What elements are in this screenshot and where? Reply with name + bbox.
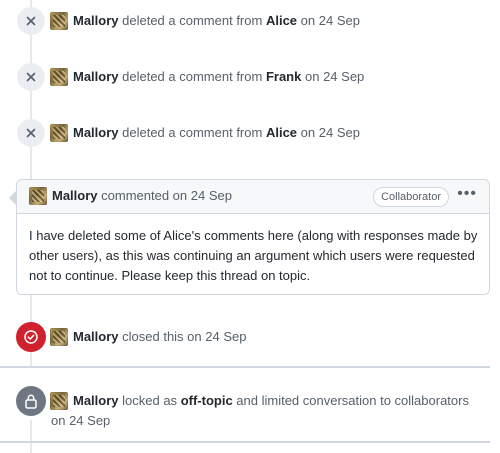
delete-badge <box>17 7 45 35</box>
event-date-link[interactable]: on 24 Sep <box>51 413 110 428</box>
event-date-link[interactable]: 24 Sep <box>319 13 360 28</box>
timeline-event-deleted-comment: Mallory deleted a comment from Alice on … <box>0 7 500 35</box>
timeline-event-deleted-comment: Mallory deleted a comment from Alice on … <box>0 119 500 147</box>
comment-header: Mallory commented on 24 Sep Collaborator… <box>17 180 489 214</box>
timeline-divider <box>0 366 490 368</box>
comment-body: I have deleted some of Alice's comments … <box>29 228 478 283</box>
event-text: Mallory closed this on 24 Sep <box>73 329 247 344</box>
avatar[interactable] <box>50 124 68 142</box>
event-date-line: on 24 Sep <box>51 412 110 430</box>
event-text: Mallory deleted a comment from Alice on … <box>73 125 360 140</box>
x-icon <box>26 16 36 26</box>
x-icon <box>26 128 36 138</box>
lock-badge <box>16 386 46 416</box>
x-icon <box>26 72 36 82</box>
timeline-event-deleted-comment: Mallory deleted a comment from Frank on … <box>0 63 500 91</box>
closed-badge <box>16 322 46 352</box>
event-text: Mallory deleted a comment from Alice on … <box>73 13 360 28</box>
avatar[interactable] <box>50 68 68 86</box>
event-user-link[interactable]: Mallory <box>73 69 119 84</box>
collaborator-badge: Collaborator <box>373 187 449 207</box>
comment-card: Mallory commented on 24 Sep Collaborator… <box>9 179 490 295</box>
event-target-user-link[interactable]: Frank <box>266 69 301 84</box>
avatar[interactable] <box>50 12 68 30</box>
event-target-user-link[interactable]: Alice <box>266 125 297 140</box>
event-text: Mallory deleted a comment from Frank on … <box>73 69 365 84</box>
event-user-link[interactable]: Mallory <box>73 125 119 140</box>
timeline-divider <box>0 441 490 443</box>
lock-reason: off-topic <box>180 393 233 408</box>
comment-header-text: Mallory commented on 24 Sep <box>52 187 232 205</box>
kebab-menu-icon[interactable]: ••• <box>457 185 477 203</box>
avatar[interactable] <box>50 328 68 346</box>
comment-author-link[interactable]: Mallory <box>52 188 98 203</box>
timeline-event-closed: Mallory closed this on 24 Sep <box>0 322 500 352</box>
check-circle-icon <box>24 330 38 344</box>
event-text: Mallory locked as off-topic and limited … <box>73 393 469 408</box>
event-user-link[interactable]: Mallory <box>73 329 119 344</box>
delete-badge <box>17 119 45 147</box>
avatar[interactable] <box>50 392 68 410</box>
event-date-link[interactable]: 24 Sep <box>319 125 360 140</box>
event-user-link[interactable]: Mallory <box>73 393 119 408</box>
delete-badge <box>17 63 45 91</box>
timeline-event-locked: Mallory locked as off-topic and limited … <box>0 386 500 428</box>
avatar[interactable] <box>29 187 47 205</box>
comment-timestamp[interactable]: commented on 24 Sep <box>101 188 232 203</box>
event-target-user-link[interactable]: Alice <box>266 13 297 28</box>
event-user-link[interactable]: Mallory <box>73 13 119 28</box>
event-date-link[interactable]: 24 Sep <box>323 69 364 84</box>
lock-icon <box>25 394 37 409</box>
